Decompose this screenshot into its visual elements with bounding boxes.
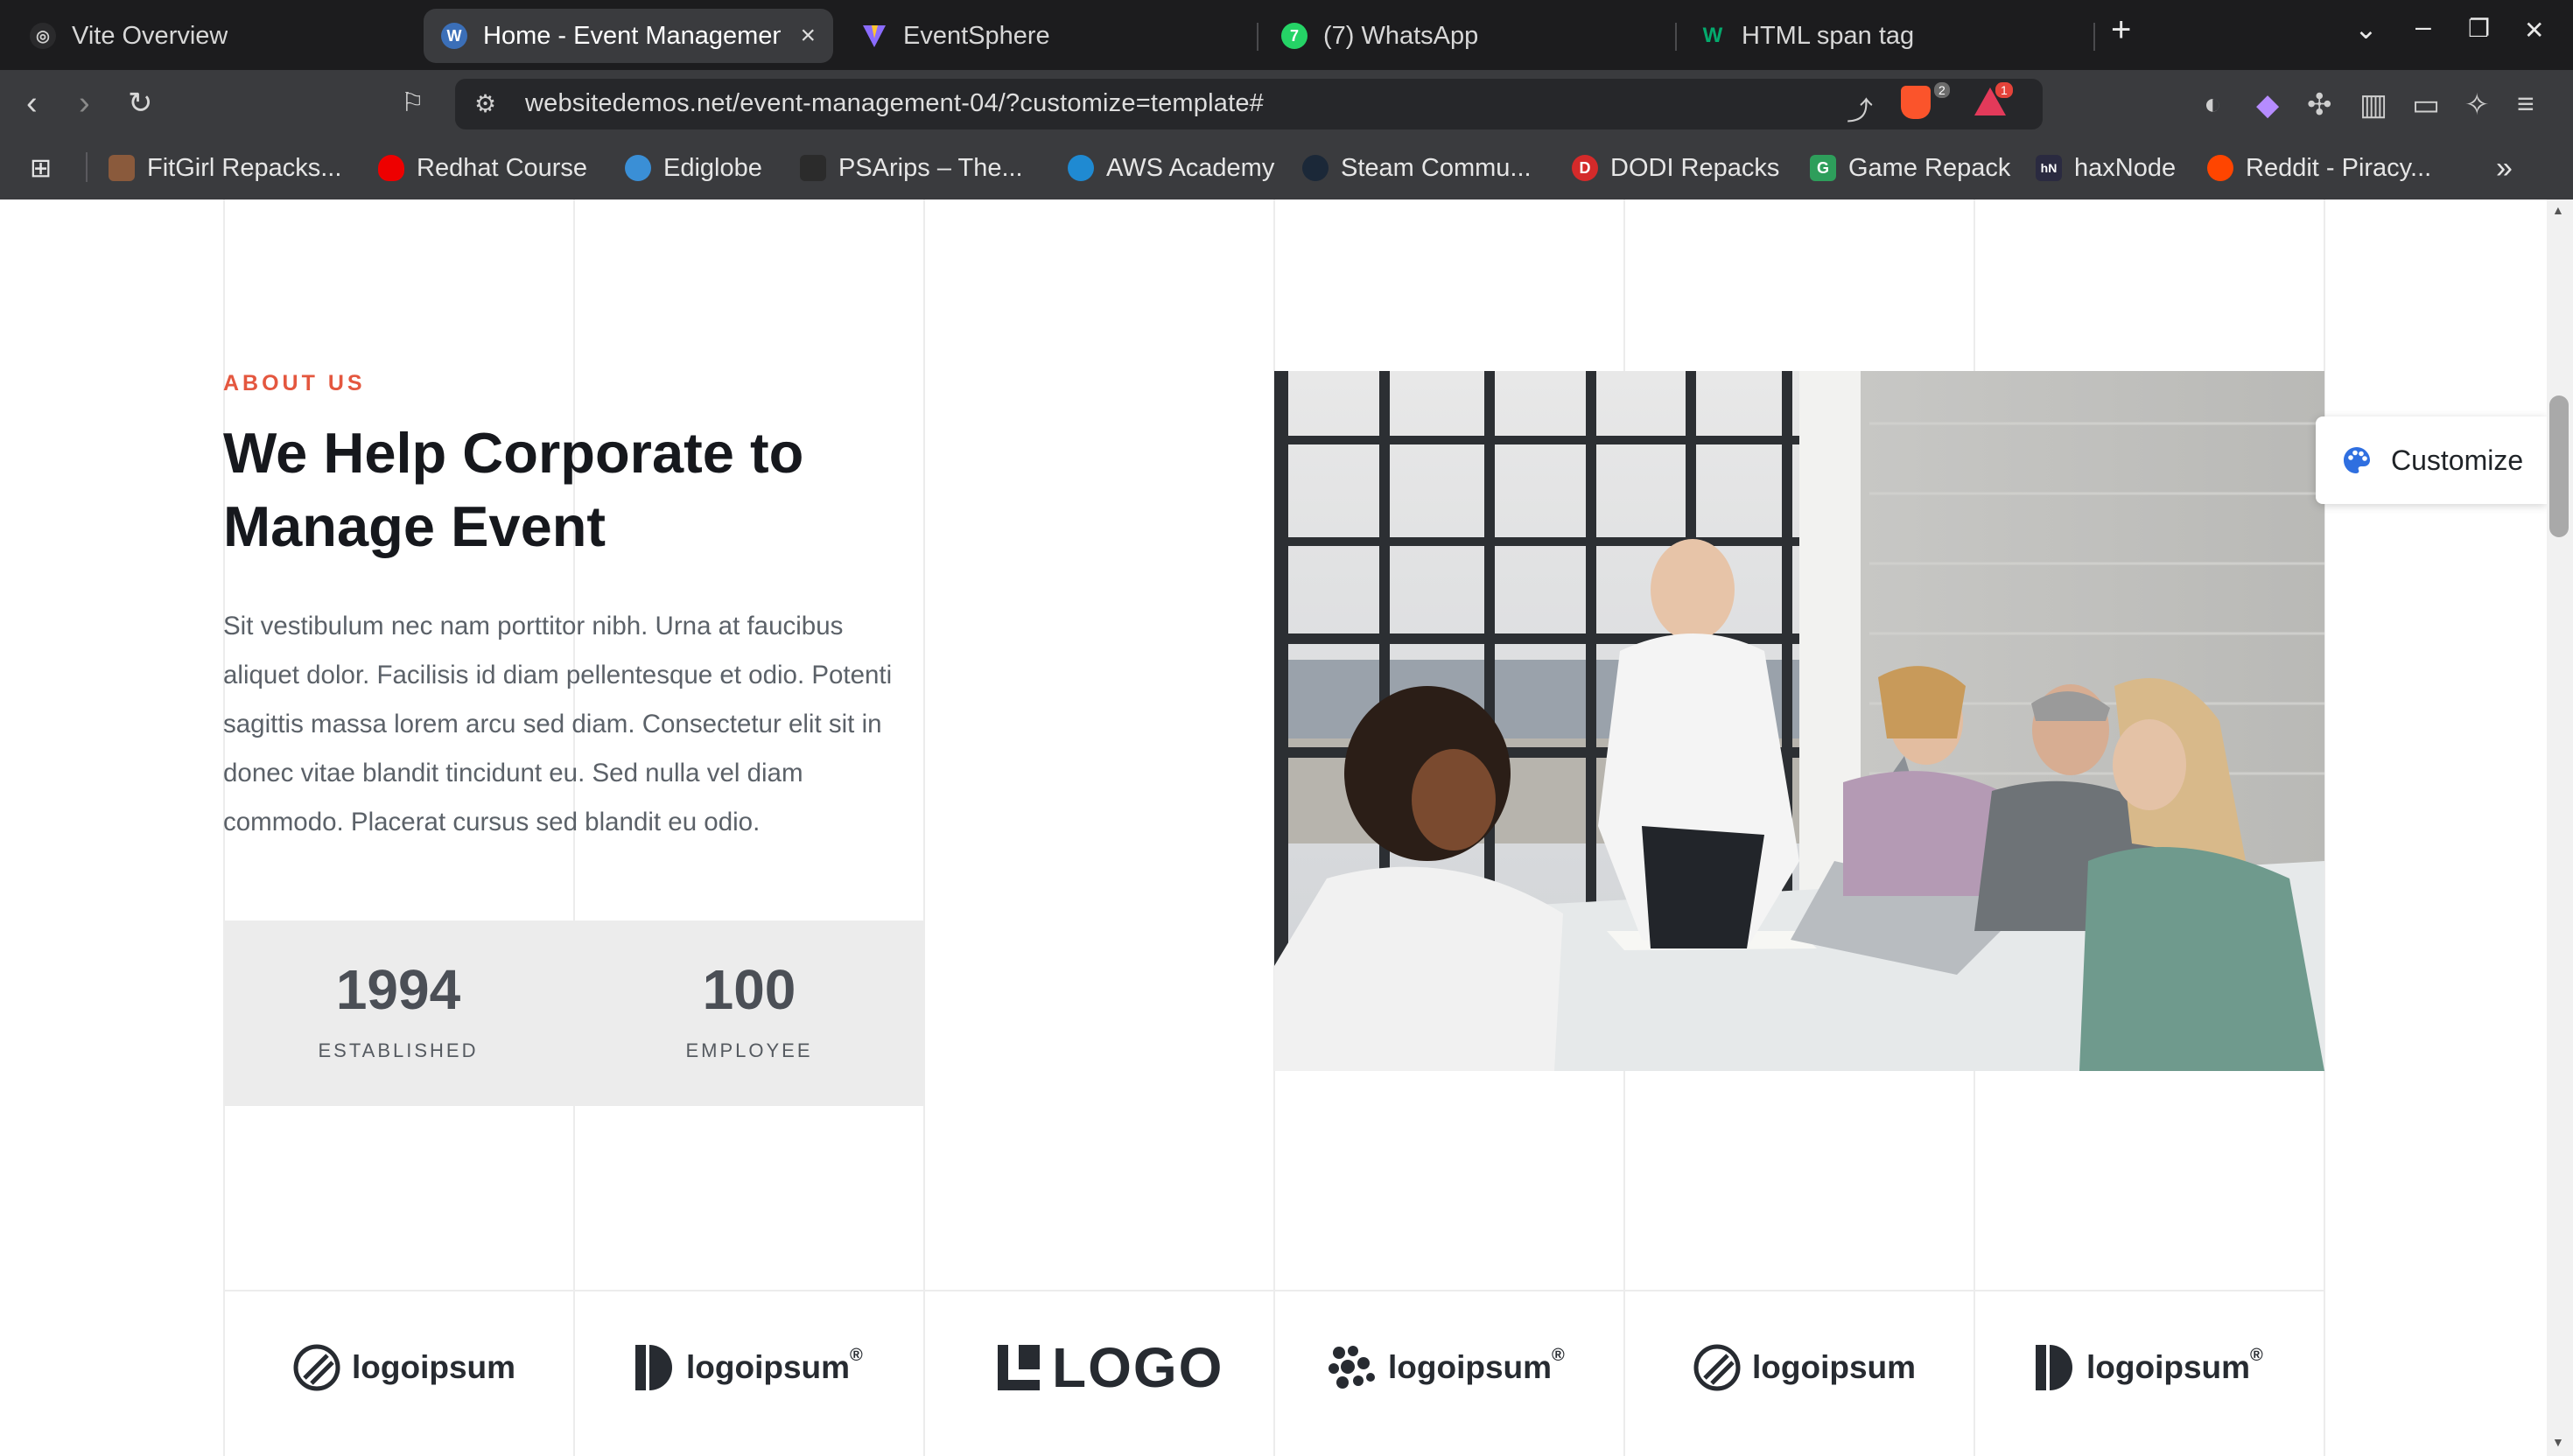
- leo-ai-icon[interactable]: ◆: [2256, 88, 2279, 122]
- circle-stripe-logo-icon: [293, 1344, 340, 1391]
- partner-logo-1: logoipsum: [292, 1337, 515, 1398]
- stat-number: 100: [702, 958, 796, 1021]
- wordpress-icon: W: [441, 23, 467, 49]
- about-paragraph: Sit vestibulum nec nam porttitor nibh. U…: [223, 612, 893, 836]
- whatsapp-icon: 7: [1281, 23, 1308, 49]
- stat-label: ESTABLISHED: [318, 1040, 479, 1061]
- bookmark-page-icon[interactable]: ⚐: [401, 80, 424, 126]
- psarips-icon: [800, 155, 826, 181]
- partner-logo-2: logoipsum ®: [632, 1337, 863, 1398]
- partner-logo-4: logoipsum ®: [1327, 1337, 1565, 1398]
- w3-icon: W: [1702, 24, 1723, 47]
- bookmark-reddit-piracy[interactable]: Reddit - Piracy...: [2207, 150, 2431, 186]
- bookmark-fitgirl[interactable]: FitGirl Repacks...: [109, 150, 341, 186]
- tab-vite-overview[interactable]: ◎ Vite Overview: [12, 9, 415, 63]
- customize-label: Customize: [2391, 444, 2524, 476]
- stat-label: EMPLOYEE: [685, 1040, 813, 1061]
- back-button[interactable]: ‹: [26, 80, 38, 126]
- bookmark-redhat[interactable]: Redhat Course: [378, 150, 587, 186]
- reload-button[interactable]: ↻: [128, 80, 153, 126]
- extensions-icon[interactable]: ✣: [2307, 88, 2332, 122]
- tab-list-dropdown-icon[interactable]: ⌄: [2354, 12, 2378, 46]
- section-headline: We Help Corporate to Manage Event: [223, 416, 1011, 564]
- partner-logo-6: logoipsum ®: [2032, 1337, 2263, 1398]
- scroll-down-icon[interactable]: ▼: [2552, 1435, 2564, 1449]
- vite-overview-icon: ◎: [30, 23, 56, 49]
- meeting-photo: [1274, 371, 2324, 1071]
- logo-row-divider: [223, 1290, 2324, 1292]
- bookmark-dodi[interactable]: D DODI Repacks: [1572, 150, 1779, 186]
- bookmark-ediglobe[interactable]: Ediglobe: [625, 150, 762, 186]
- close-window-button[interactable]: ✕: [2524, 16, 2544, 45]
- dodi-icon: D: [1572, 155, 1598, 181]
- fitgirl-icon: [109, 155, 135, 181]
- reddit-icon: [2207, 155, 2233, 181]
- gamerepack-icon: G: [1810, 155, 1836, 181]
- restore-button[interactable]: ❐: [2468, 14, 2490, 43]
- page-scrollbar[interactable]: [2547, 200, 2573, 1456]
- half-circle-logo-icon: [2036, 1345, 2072, 1390]
- sparkle-icon[interactable]: ✧: [2464, 88, 2490, 122]
- shields-count-badge: 2: [1934, 82, 1950, 98]
- site-info-icon[interactable]: ⚙: [474, 89, 496, 118]
- stat-employee: 100 EMPLOYEE: [574, 920, 924, 1106]
- scroll-up-icon[interactable]: ▲: [2552, 203, 2564, 217]
- page-viewport: ABOUT US We Help Corporate to Manage Eve…: [0, 200, 2547, 1456]
- tab-home-event-management[interactable]: W Home - Event Management ×: [424, 9, 833, 63]
- url-text: websitedemos.net/event-management-04/?cu…: [525, 89, 1265, 117]
- new-tab-button[interactable]: +: [2111, 10, 2131, 50]
- headline-line: We Help Corporate to: [223, 421, 804, 485]
- tab-separator: [1257, 23, 1258, 51]
- tab-separator: [2093, 23, 2095, 51]
- half-circle-logo-icon: [635, 1345, 672, 1390]
- address-bar[interactable]: ⚙ websitedemos.net/event-management-04/?…: [455, 79, 2043, 130]
- wallet-icon[interactable]: ▭: [2412, 88, 2440, 122]
- share-icon[interactable]: ⤴: [1847, 89, 1873, 128]
- brave-shields-icon[interactable]: [1901, 86, 1931, 119]
- aws-icon: [1068, 155, 1094, 181]
- partner-logo-3: LOGO: [996, 1336, 1223, 1399]
- ediglobe-icon: [625, 155, 651, 181]
- palette-icon: [2344, 447, 2370, 473]
- bookmark-divider: [86, 152, 88, 182]
- dots-logo-icon: [1329, 1346, 1375, 1389]
- vpn-icon[interactable]: ◐: [2204, 88, 2222, 122]
- bookmark-aws-academy[interactable]: AWS Academy: [1068, 150, 1274, 186]
- apps-grid-icon[interactable]: ⊞: [30, 150, 52, 186]
- tab-whatsapp[interactable]: 7 (7) WhatsApp: [1264, 9, 1666, 63]
- partner-logo-5: logoipsum: [1693, 1337, 1916, 1398]
- section-eyebrow: ABOUT US: [223, 371, 366, 396]
- bookmark-steam[interactable]: Steam Commu...: [1302, 150, 1532, 186]
- bookmark-game-repack[interactable]: G Game Repack: [1810, 150, 2010, 186]
- rewards-count-badge: 1: [1995, 82, 2013, 98]
- close-tab-icon[interactable]: ×: [800, 21, 816, 51]
- grid-line: [923, 200, 925, 1456]
- vite-logo-icon: [861, 23, 887, 49]
- bookmark-haxnode[interactable]: hN haxNode: [2036, 150, 2176, 186]
- bookmark-psarips[interactable]: PSArips – The...: [800, 150, 1023, 186]
- circle-stripe-logo-icon: [1693, 1344, 1741, 1391]
- tab-eventsphere[interactable]: EventSphere: [844, 9, 1246, 63]
- minimize-button[interactable]: –: [2415, 10, 2431, 43]
- redhat-icon: [378, 155, 404, 181]
- haxnode-icon: hN: [2036, 155, 2062, 181]
- headline-line: Manage Event: [223, 494, 606, 558]
- tab-strip: ◎ Vite Overview W Home - Event Managemen…: [0, 0, 2573, 70]
- stat-established: 1994 ESTABLISHED: [223, 920, 573, 1106]
- forward-button[interactable]: ›: [79, 80, 90, 126]
- stat-number: 1994: [335, 958, 461, 1021]
- tab-separator: [1675, 23, 1677, 51]
- menu-icon[interactable]: ≡: [2517, 88, 2534, 122]
- scrollbar-thumb[interactable]: [2549, 396, 2569, 537]
- block-logo-icon: [998, 1345, 1040, 1390]
- more-bookmarks-button[interactable]: »: [2496, 150, 2513, 186]
- customize-button[interactable]: Customize: [2316, 416, 2547, 504]
- tab-html-span-tag[interactable]: W HTML span tag: [1682, 9, 2085, 63]
- sidebar-toggle-icon[interactable]: ▥: [2359, 88, 2387, 122]
- steam-icon: [1302, 155, 1329, 181]
